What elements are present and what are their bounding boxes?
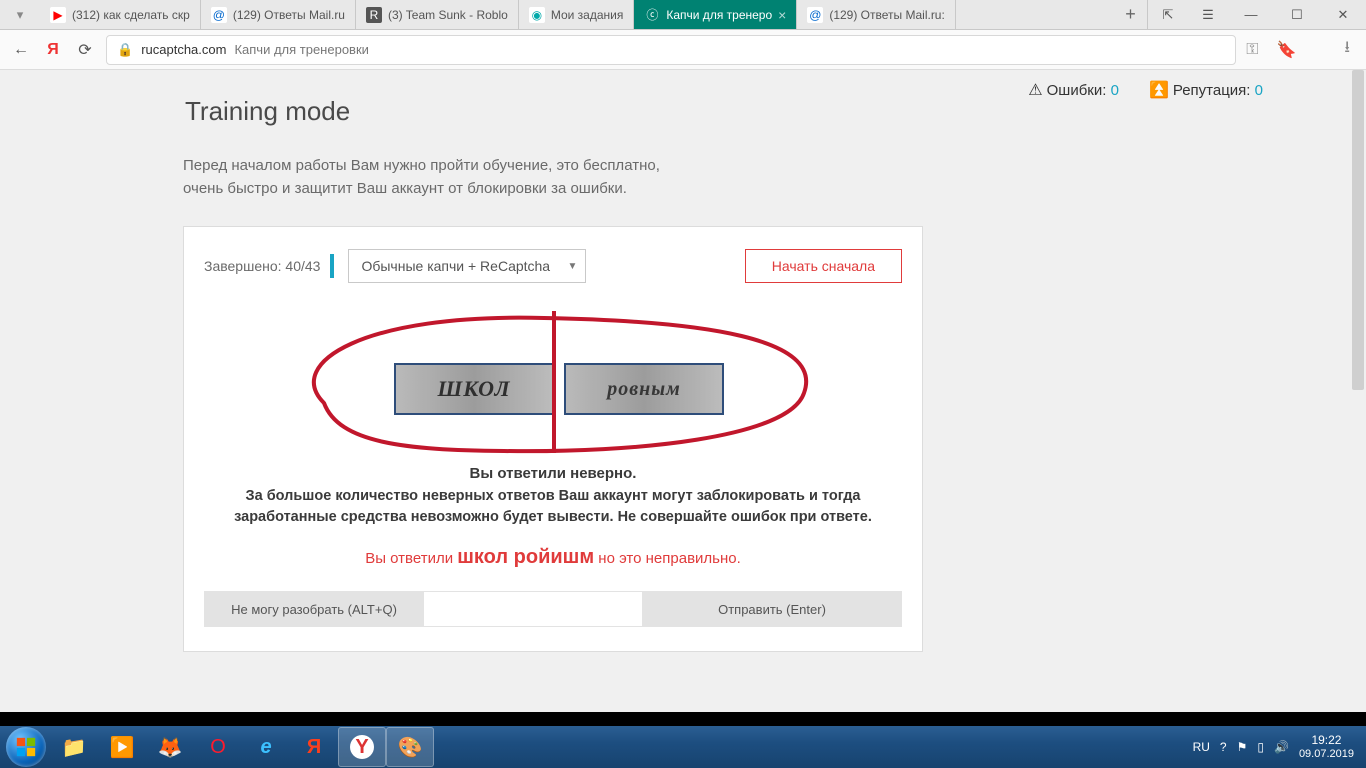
errors-label: Ошибки: <box>1047 82 1107 99</box>
taskbar-media-icon[interactable]: ▶️ <box>98 727 146 767</box>
submit-button[interactable]: Отправить (Enter) <box>642 591 902 627</box>
captcha-image-left: ШКОЛ <box>394 363 554 415</box>
taskbar-firefox-icon[interactable]: 🦊 <box>146 727 194 767</box>
taskbar-ie-icon[interactable]: e <box>242 727 290 767</box>
reload-button[interactable]: ⟳ <box>74 40 96 60</box>
tab-favicon: ▶ <box>50 7 66 23</box>
tab-favicon: @ <box>211 7 227 23</box>
url-title: Капчи для тренеровки <box>234 42 368 57</box>
errors-value: 0 <box>1111 82 1119 99</box>
tab-label: Мои задания <box>551 8 624 22</box>
scrollbar[interactable] <box>1350 70 1366 712</box>
tab-favicon: ◉ <box>529 7 545 23</box>
taskbar-paint-icon[interactable]: 🎨 <box>386 727 434 767</box>
bookmark-icon[interactable]: 🔖 <box>1276 40 1296 60</box>
taskbar: 📁 ▶️ 🦊 O e Я Y 🎨 RU ? ⚑ ▯ 🔊 19:22 09.07.… <box>0 726 1366 768</box>
browser-tab[interactable]: R (3) Team Sunk - Roblo <box>356 0 519 29</box>
wrong-title: Вы ответили неверно. <box>204 465 902 482</box>
tab-favicon: R <box>366 7 382 23</box>
tab-label: (3) Team Sunk - Roblo <box>388 8 508 22</box>
tab-close-icon[interactable]: × <box>778 7 786 23</box>
lock-icon: 🔒 <box>117 42 133 58</box>
taskbar-yandex-icon[interactable]: Я <box>290 727 338 767</box>
browser-tab[interactable]: @ (129) Ответы Mail.ru <box>201 0 356 29</box>
captcha-zone: ШКОЛ ровным <box>204 303 902 463</box>
key-icon[interactable]: ⚿ <box>1246 41 1258 59</box>
browser-tab[interactable]: ◉ Мои задания <box>519 0 635 29</box>
start-button[interactable] <box>6 727 46 767</box>
tab-list-button[interactable]: ▾ <box>0 0 40 29</box>
taskbar-opera-icon[interactable]: O <box>194 727 242 767</box>
tray-lang[interactable]: RU <box>1193 740 1210 754</box>
tray-sound-icon[interactable]: 🔊 <box>1274 740 1289 754</box>
tab-label: (312) как сделать скр <box>72 8 190 22</box>
maximize-button[interactable]: ☐ <box>1274 0 1320 29</box>
answer-input[interactable] <box>424 591 642 627</box>
user-answer: школ ройишм <box>457 546 594 568</box>
close-window-button[interactable]: ✕ <box>1320 0 1366 29</box>
captcha-type-select[interactable]: Обычные капчи + ReCaptcha <box>348 249 586 283</box>
address-bar: ← Я ⟳ 🔒 rucaptcha.com Капчи для тренеров… <box>0 30 1366 70</box>
warning-icon: ⚠ <box>1028 82 1042 99</box>
omnibox[interactable]: 🔒 rucaptcha.com Капчи для тренеровки <box>106 35 1236 65</box>
page-title: Training mode <box>185 96 923 127</box>
tab-label: Капчи для тренеро <box>666 8 772 22</box>
answer-row: Не могу разобрать (ALT+Q) Отправить (Ent… <box>204 591 902 627</box>
reputation-label: Репутация: <box>1173 82 1251 99</box>
black-border <box>0 712 1366 726</box>
tray-clock[interactable]: 19:22 09.07.2019 <box>1299 734 1354 760</box>
taskbar-yandex-browser-icon[interactable]: Y <box>338 727 386 767</box>
downloads-icon[interactable]: ⭳ <box>1344 36 1350 63</box>
extensions-icon[interactable]: ☰ <box>1188 0 1228 29</box>
tray-battery-icon[interactable]: ▯ <box>1257 740 1264 754</box>
back-button[interactable]: ← <box>10 41 32 59</box>
tab-favicon: ⓒ <box>644 7 660 23</box>
training-panel: Завершено: 40/43 Обычные капчи + ReCaptc… <box>183 226 923 652</box>
taskbar-explorer-icon[interactable]: 📁 <box>50 727 98 767</box>
yandex-home-button[interactable]: Я <box>42 41 64 59</box>
progress-label: Завершено: 40/43 <box>204 254 334 278</box>
browser-tabs: ▶ (312) как сделать скр @ (129) Ответы Mail… <box>40 0 1114 29</box>
pin-icon[interactable]: ⇱ <box>1148 0 1188 29</box>
reputation-icon: ⏫ <box>1149 82 1169 99</box>
reputation-value: 0 <box>1255 82 1263 99</box>
tab-label: (129) Ответы Mail.ru <box>233 8 345 22</box>
cant-read-button[interactable]: Не могу разобрать (ALT+Q) <box>204 591 424 627</box>
url-host: rucaptcha.com <box>141 42 226 57</box>
viewport: ⚠ Ошибки: 0 ⏫Репутация: 0 Training mode П… <box>0 70 1366 726</box>
minimize-button[interactable]: — <box>1228 0 1274 29</box>
tray-help-icon[interactable]: ? <box>1220 740 1227 754</box>
system-tray[interactable]: RU ? ⚑ ▯ 🔊 19:22 09.07.2019 <box>1193 734 1360 760</box>
stats-bar: ⚠ Ошибки: 0 ⏫Репутация: 0 <box>1028 80 1263 100</box>
browser-tab[interactable]: @ (129) Ответы Mail.ru: <box>797 0 956 29</box>
wrong-answer-line: Вы ответили школ ройишм но это неправиль… <box>204 546 902 569</box>
new-tab-button[interactable]: + <box>1114 0 1148 29</box>
tab-favicon: @ <box>807 7 823 23</box>
captcha-image-right: ровным <box>564 363 724 415</box>
browser-tab[interactable]: ▶ (312) как сделать скр <box>40 0 201 29</box>
intro-text: Перед началом работы Вам нужно пройти об… <box>183 155 703 200</box>
browser-tab[interactable]: ⓒ Капчи для тренеро × <box>634 0 797 29</box>
tray-flag-icon[interactable]: ⚑ <box>1237 740 1248 754</box>
tab-label: (129) Ответы Mail.ru: <box>829 8 945 22</box>
window-controls: ⇱ ☰ — ☐ ✕ <box>1148 0 1366 29</box>
window-titlebar: ▾ ▶ (312) как сделать скр @ (129) Ответы Ma… <box>0 0 1366 30</box>
restart-button[interactable]: Начать сначала <box>745 249 902 283</box>
wrong-body: За большое количество неверных ответов В… <box>204 486 902 528</box>
